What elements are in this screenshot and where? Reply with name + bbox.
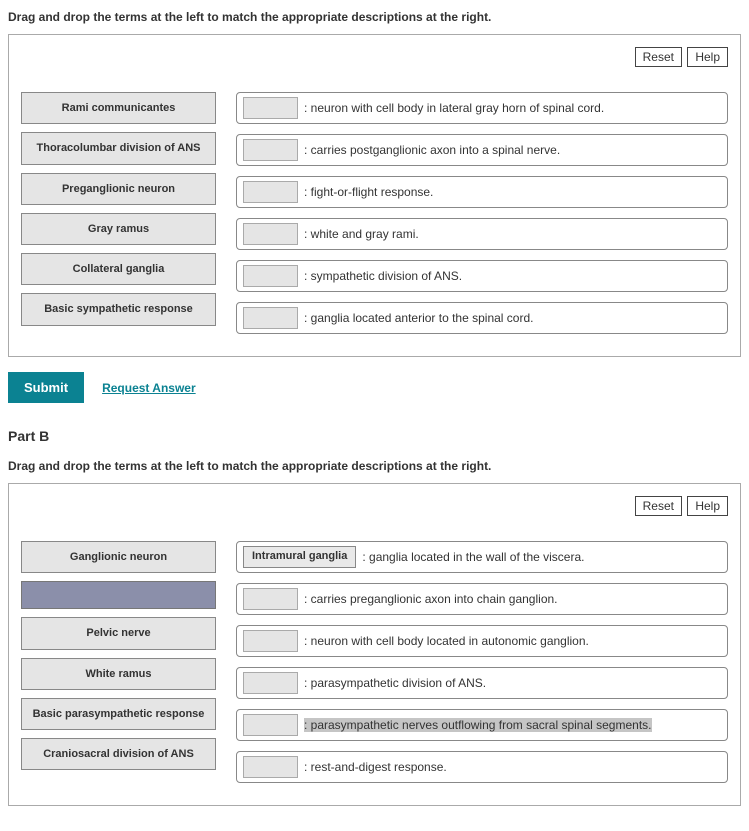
drop-zone[interactable] [243,630,298,652]
drop-zone[interactable] [243,588,298,610]
drop-row: : sympathetic division of ANS. [236,260,728,292]
part-a-panel: Reset Help Rami communicantes Thoracolumb… [8,34,741,357]
draggable-term[interactable]: Gray ramus [21,213,216,245]
drop-zone[interactable]: Intramural ganglia [243,546,356,568]
drop-zone[interactable] [243,714,298,736]
drop-zone[interactable] [243,223,298,245]
drop-zone[interactable] [243,672,298,694]
drop-zone[interactable] [243,181,298,203]
drop-description: : fight-or-flight response. [304,185,433,199]
reset-button[interactable]: Reset [635,496,682,516]
draggable-term[interactable]: Pelvic nerve [21,617,216,649]
drop-row: : rest-and-digest response. [236,751,728,783]
part-a-top-buttons: Reset Help [21,47,728,67]
drop-zone[interactable] [243,265,298,287]
drop-row: : parasympathetic nerves outflowing from… [236,709,728,741]
drop-row: : fight-or-flight response. [236,176,728,208]
drop-row: : carries preganglionic axon into chain … [236,583,728,615]
drop-description: : parasympathetic nerves outflowing from… [304,718,652,732]
part-a-terms-column: Rami communicantes Thoracolumbar division… [21,92,216,334]
help-button[interactable]: Help [687,496,728,516]
draggable-term[interactable]: Thoracolumbar division of ANS [21,132,216,164]
part-b-matching-area: Ganglionic neuron Pelvic nerve White ramus… [21,541,728,793]
action-bar: Submit Request Answer [8,372,741,403]
drop-description: : white and gray rami. [304,227,419,241]
drop-row: : carries postganglionic axon into a spi… [236,134,728,166]
drop-description: : carries preganglionic axon into chain … [304,592,558,606]
drop-row: : white and gray rami. [236,218,728,250]
part-b-instructions: Drag and drop the terms at the left to m… [8,459,741,473]
drop-row: : neuron with cell body in lateral gray … [236,92,728,124]
draggable-term[interactable]: Basic sympathetic response [21,293,216,325]
drop-description: : neuron with cell body located in auton… [304,634,589,648]
draggable-term[interactable]: Basic parasympathetic response [21,698,216,730]
part-a-instructions: Drag and drop the terms at the left to m… [8,10,741,24]
drop-zone[interactable] [243,97,298,119]
drop-description: : rest-and-digest response. [304,760,447,774]
part-b-drops-column: Intramural ganglia : ganglia located in t… [236,541,728,793]
drop-zone[interactable] [243,756,298,778]
drop-zone[interactable] [243,139,298,161]
draggable-term[interactable]: Craniosacral division of ANS [21,738,216,770]
part-b-panel: Reset Help Ganglionic neuron Pelvic nerve… [8,483,741,806]
part-b-top-buttons: Reset Help [21,496,728,516]
part-b-terms-column: Ganglionic neuron Pelvic nerve White ramus… [21,541,216,778]
drop-description: : ganglia located in the wall of the vis… [362,550,584,564]
reset-button[interactable]: Reset [635,47,682,67]
draggable-term[interactable]: Ganglionic neuron [21,541,216,573]
drop-description: : carries postganglionic axon into a spi… [304,143,560,157]
part-a-matching-area: Rami communicantes Thoracolumbar division… [21,92,728,344]
part-a-drops-column: : neuron with cell body in lateral gray … [236,92,728,344]
draggable-term[interactable]: Rami communicantes [21,92,216,124]
draggable-term[interactable]: Preganglionic neuron [21,173,216,205]
drop-description: : sympathetic division of ANS. [304,269,462,283]
part-b-heading: Part B [8,428,741,444]
drop-row: : neuron with cell body located in auton… [236,625,728,657]
drop-description: : parasympathetic division of ANS. [304,676,486,690]
request-answer-link[interactable]: Request Answer [102,381,196,395]
draggable-term[interactable]: White ramus [21,658,216,690]
help-button[interactable]: Help [687,47,728,67]
draggable-term[interactable]: Collateral ganglia [21,253,216,285]
drop-row: : ganglia located anterior to the spinal… [236,302,728,334]
drop-row: Intramural ganglia : ganglia located in t… [236,541,728,573]
drop-row: : parasympathetic division of ANS. [236,667,728,699]
drop-zone[interactable] [243,307,298,329]
empty-term-slot[interactable] [21,581,216,609]
drop-description: : neuron with cell body in lateral gray … [304,101,604,115]
drop-description: : ganglia located anterior to the spinal… [304,311,533,325]
submit-button[interactable]: Submit [8,372,84,403]
